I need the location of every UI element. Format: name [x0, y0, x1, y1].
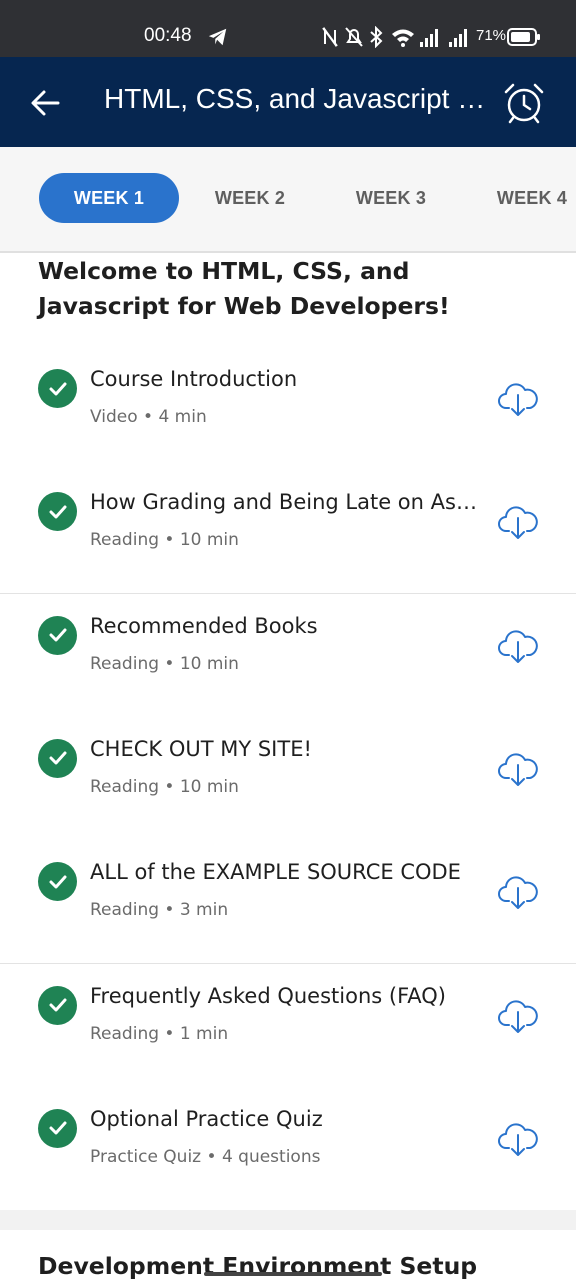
completed-check-icon	[38, 862, 77, 902]
tab-week-4[interactable]: WEEK 4	[462, 173, 576, 223]
item-title: How Grading and Being Late on Assignment…	[90, 490, 480, 515]
list-item[interactable]: How Grading and Being Late on Assignment…	[0, 470, 576, 596]
week-tabs: WEEK 1 WEEK 2 WEEK 3 WEEK 4	[0, 147, 576, 253]
battery-level: 71%	[476, 27, 507, 44]
item-meta: Reading • 3 min	[90, 900, 229, 921]
download-cloud-icon[interactable]	[497, 1117, 539, 1159]
alarm-clock-icon	[504, 83, 544, 124]
section-title: Welcome to HTML, CSS, and Javascript for…	[38, 257, 450, 320]
completed-check-icon	[38, 738, 77, 778]
list-item[interactable]: Recommended Books Reading • 10 min	[0, 593, 576, 719]
nfc-icon	[322, 26, 338, 48]
section-divider	[0, 1210, 576, 1230]
signal-icon	[449, 29, 467, 47]
reminder-button[interactable]	[500, 79, 548, 127]
download-cloud-icon[interactable]	[497, 500, 539, 542]
item-title: ALL of the EXAMPLE SOURCE CODE	[90, 860, 461, 885]
wifi-icon	[392, 29, 414, 47]
course-title: HTML, CSS, and Javascript for Web Develo…	[104, 83, 486, 114]
item-meta: Reading • 10 min	[90, 530, 239, 551]
signal-icon	[420, 29, 438, 47]
item-meta: Reading • 1 min	[90, 1023, 229, 1044]
back-button[interactable]	[24, 82, 66, 124]
completed-check-icon	[38, 615, 77, 655]
tab-week-3[interactable]: WEEK 3	[321, 173, 461, 223]
item-meta: Practice Quiz • 4 questions	[90, 1146, 321, 1167]
tab-week-2[interactable]: WEEK 2	[180, 173, 320, 223]
download-cloud-icon[interactable]	[497, 624, 539, 666]
download-cloud-icon[interactable]	[497, 747, 539, 789]
item-meta: Reading • 10 min	[90, 653, 239, 674]
status-icons	[322, 26, 467, 48]
item-title: Optional Practice Quiz	[90, 1106, 323, 1131]
list-item[interactable]: Course Introduction Video • 4 min	[0, 347, 576, 472]
item-meta: Reading • 10 min	[90, 776, 239, 797]
list-item[interactable]: Optional Practice Quiz Practice Quiz • 4 …	[0, 1086, 576, 1212]
completed-check-icon	[38, 369, 77, 408]
download-cloud-icon[interactable]	[497, 870, 539, 912]
list-item[interactable]: CHECK OUT MY SITE! Reading • 10 min	[0, 716, 576, 842]
list-item[interactable]: ALL of the EXAMPLE SOURCE CODE Reading • …	[0, 840, 576, 966]
completed-check-icon	[38, 1108, 77, 1148]
back-arrow-icon	[31, 90, 60, 116]
app-bar: HTML, CSS, and Javascript for Web Develo…	[0, 57, 576, 147]
item-title: Course Introduction	[90, 367, 298, 391]
completed-check-icon	[38, 985, 77, 1025]
download-cloud-icon[interactable]	[497, 377, 539, 419]
completed-check-icon	[38, 492, 77, 532]
download-cloud-icon[interactable]	[497, 994, 539, 1036]
status-time: 00:48	[144, 25, 192, 46]
item-title: Recommended Books	[90, 613, 318, 638]
bell-off-icon	[345, 27, 363, 47]
item-meta: Video • 4 min	[90, 407, 207, 427]
item-title: CHECK OUT MY SITE!	[90, 736, 312, 761]
list-item[interactable]: Frequently Asked Questions (FAQ) Reading …	[0, 963, 576, 1089]
item-title: Frequently Asked Questions (FAQ)	[90, 983, 446, 1008]
home-indicator	[204, 1272, 382, 1276]
battery-icon	[507, 28, 540, 46]
tab-week-1[interactable]: WEEK 1	[39, 173, 179, 223]
bluetooth-icon	[370, 26, 383, 48]
telegram-icon	[208, 28, 227, 46]
status-bar: 00:48 71%	[0, 0, 576, 57]
